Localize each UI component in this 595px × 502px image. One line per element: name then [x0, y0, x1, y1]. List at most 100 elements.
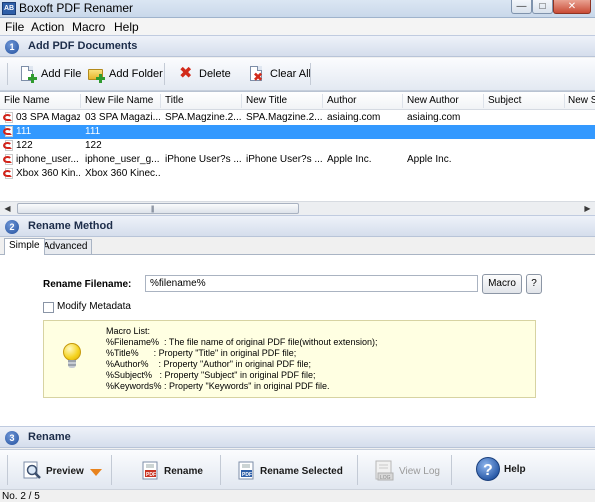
scrollbar-thumb[interactable]: ||| [17, 203, 299, 214]
cell-file-name: Xbox 360 Kin... [16, 168, 80, 179]
close-button[interactable]: ✕ [553, 0, 591, 14]
section-rename-method: 2 Rename Method [0, 215, 595, 237]
rename-filename-input[interactable] [145, 275, 478, 292]
action-separator [220, 455, 221, 485]
cell-file-name: iphone_user... [16, 154, 79, 165]
toolbar-separator [164, 63, 165, 85]
toolbar-separator [7, 63, 8, 85]
scroll-right-icon[interactable]: ▶ [581, 203, 594, 215]
clear-all-icon: ✖ [248, 65, 266, 84]
file-list-header: File Name New File Name Title New Title … [0, 92, 595, 110]
menu-action[interactable]: Action [31, 20, 64, 34]
table-row[interactable]: iphone_user... iphone_user_g... iPhone U… [0, 153, 595, 167]
lightbulb-icon [63, 343, 81, 371]
macro-help-line: %Author% : Property "Author" in original… [106, 359, 311, 369]
toolbar: Add File Add Folder ✖ Delete ✖ Clear All [0, 58, 595, 91]
macro-help-box: Macro List: %Filename% : The file name o… [43, 320, 536, 398]
help-question-button[interactable]: ? [526, 274, 542, 294]
add-file-button[interactable]: Add File [19, 64, 81, 84]
table-row-selected[interactable]: 111 111 [0, 125, 595, 139]
toolbar-separator [310, 63, 311, 85]
modify-metadata-label: Modify Metadata [57, 301, 131, 312]
rename-filename-label: Rename Filename: [43, 279, 132, 290]
section-rename: 3 Rename [0, 426, 595, 448]
window-title: Boxoft PDF Renamer [19, 1, 134, 15]
file-list[interactable]: File Name New File Name Title New Title … [0, 91, 595, 215]
delete-button[interactable]: ✖ Delete [177, 64, 231, 84]
table-row[interactable]: 03 SPA Magazi... 03 SPA Magazi... SPA.Ma… [0, 111, 595, 125]
action-bar: Preview PDF Rename PDF Rename Selected L… [0, 449, 595, 489]
cell-title: SPA.Magzine.2... [165, 112, 241, 123]
menu-macro[interactable]: Macro [72, 20, 105, 34]
minimize-icon: — [516, 1, 527, 12]
cell-new-file-name: 122 [85, 140, 102, 151]
macro-help-line: %Subject% : Property "Subject" in origin… [106, 370, 316, 380]
clear-all-button[interactable]: ✖ Clear All [248, 64, 311, 84]
menu-help[interactable]: Help [114, 20, 139, 34]
preview-button[interactable]: Preview [23, 460, 84, 482]
app-icon: AB [2, 2, 16, 15]
table-row[interactable]: Xbox 360 Kin... Xbox 360 Kinec... [0, 167, 595, 181]
menu-bar: File Action Macro Help [0, 18, 595, 35]
scroll-left-icon[interactable]: ◀ [1, 203, 14, 215]
magnifier-icon [23, 461, 41, 479]
column-header-new-subject[interactable]: New Su [568, 95, 595, 106]
cell-new-file-name: 111 [85, 126, 101, 137]
macro-help-line: %Title% : Property "Title" in original P… [106, 348, 297, 358]
cell-new-title: iPhone User?s ... [246, 154, 322, 165]
close-icon: ✕ [567, 1, 577, 12]
step-number: 2 [5, 220, 19, 234]
cell-title: iPhone User?s ... [165, 154, 241, 165]
status-text: No. 2 / 5 [2, 491, 40, 502]
column-header-new-title[interactable]: New Title [246, 95, 287, 106]
section-add-pdf-documents: 1 Add PDF Documents [0, 35, 595, 57]
add-file-label: Add File [41, 68, 82, 80]
cell-new-title: SPA.Magzine.2... [246, 112, 322, 123]
pdf-file-icon [3, 154, 14, 166]
cell-author: asiaing.com [327, 112, 381, 123]
section-title: Add PDF Documents [28, 40, 138, 52]
macro-help-line: Macro List: [106, 326, 151, 336]
maximize-button[interactable]: □ [532, 0, 553, 14]
tab-simple[interactable]: Simple [4, 238, 45, 255]
pdf-rename-selected-icon: PDF [238, 461, 254, 480]
tab-advanced[interactable]: Advanced [38, 239, 93, 254]
rename-method-tabs: Simple Advanced [0, 238, 595, 255]
minimize-button[interactable]: — [511, 0, 532, 14]
preview-dropdown-button[interactable] [90, 462, 102, 484]
column-header-title[interactable]: Title [165, 95, 184, 106]
add-file-icon [19, 65, 37, 83]
horizontal-scrollbar[interactable]: ◀ ||| ▶ [0, 201, 595, 215]
add-folder-label: Add Folder [109, 68, 163, 80]
action-separator [111, 455, 112, 485]
column-header-new-file-name[interactable]: New File Name [85, 95, 153, 106]
status-bar: No. 2 / 5 [0, 489, 595, 502]
column-header-subject[interactable]: Subject [488, 95, 521, 106]
cell-new-author: asiaing.com [407, 112, 461, 123]
action-separator [451, 455, 452, 485]
view-log-button[interactable]: LOG View Log [374, 460, 440, 482]
rename-selected-button[interactable]: PDF Rename Selected [238, 460, 343, 482]
svg-text:PDF: PDF [146, 472, 156, 478]
step-number: 1 [5, 40, 19, 54]
help-label: Help [504, 463, 526, 475]
table-row[interactable]: 122 122 [0, 139, 595, 153]
section-title: Rename Method [28, 220, 113, 232]
macro-help-line: %Keywords% : Property "Keywords" in orig… [106, 381, 330, 391]
modify-metadata-checkbox[interactable] [43, 302, 54, 313]
menu-file[interactable]: File [5, 20, 24, 34]
add-folder-button[interactable]: Add Folder [87, 64, 163, 84]
column-header-new-author[interactable]: New Author [407, 95, 459, 106]
column-header-author[interactable]: Author [327, 95, 356, 106]
svg-text:?: ? [483, 462, 493, 479]
macro-button[interactable]: Macro [482, 274, 522, 294]
cell-new-file-name: 03 SPA Magazi... [85, 112, 160, 123]
column-header-file-name[interactable]: File Name [4, 95, 50, 106]
rename-button[interactable]: PDF Rename [142, 460, 203, 482]
section-title: Rename [28, 431, 71, 443]
help-button[interactable]: ? Help [475, 457, 526, 481]
macro-help-line: %Filename% : The file name of original P… [106, 337, 378, 347]
pdf-file-icon [3, 140, 14, 152]
pdf-file-icon [3, 112, 14, 124]
title-bar: AB Boxoft PDF Renamer — □ ✕ [0, 0, 595, 18]
